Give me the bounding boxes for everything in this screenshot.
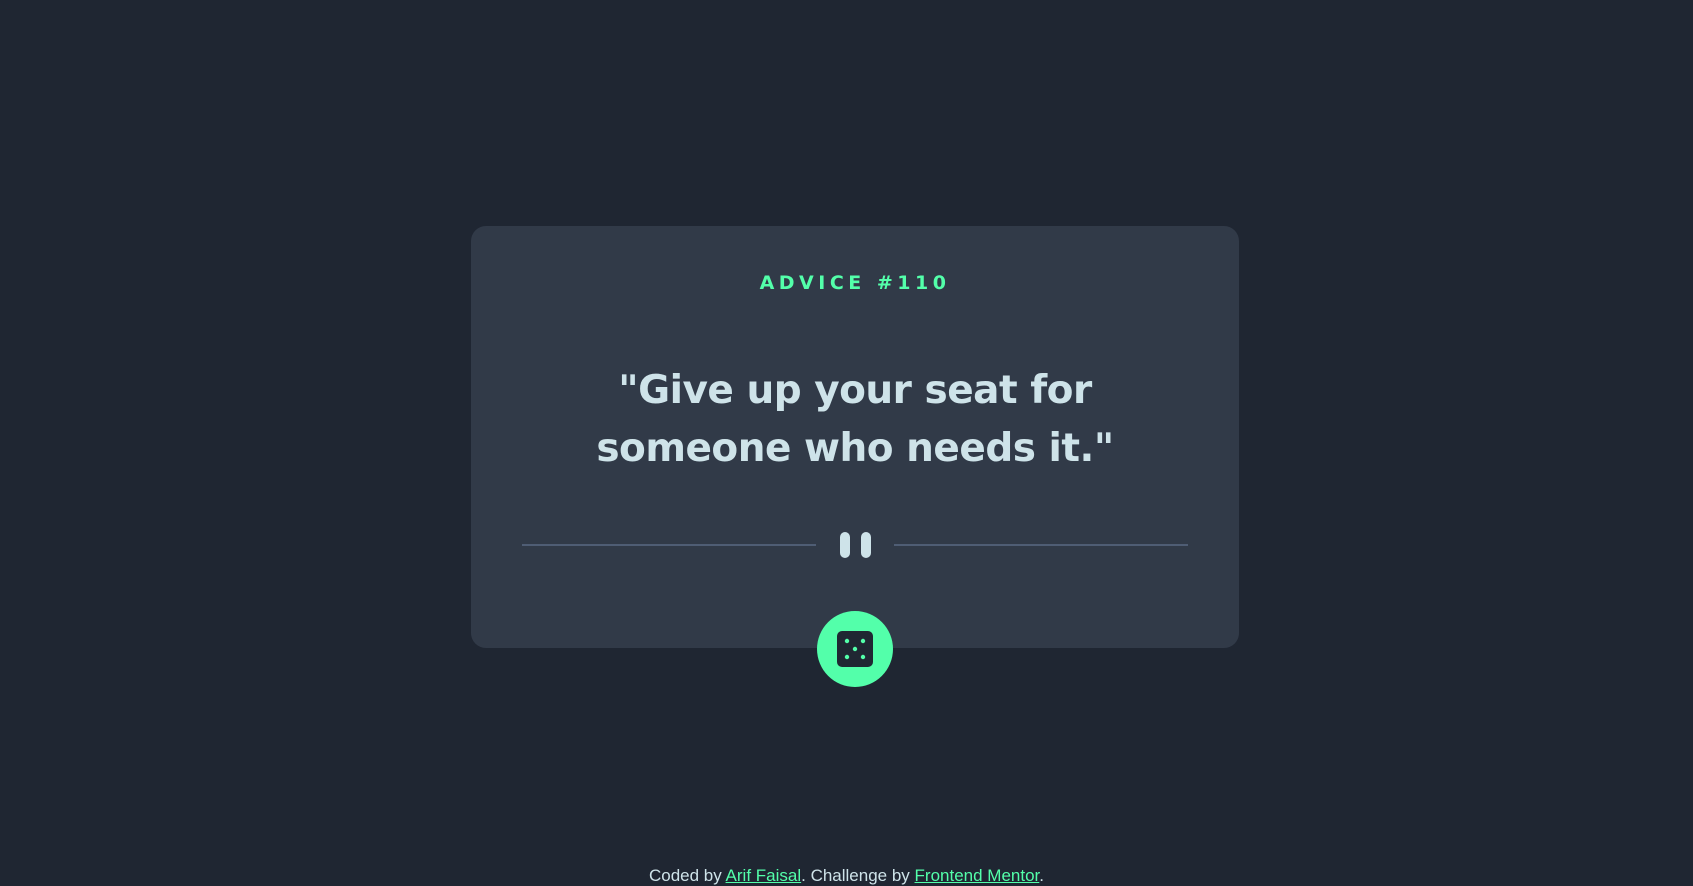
challenge-by-text: . Challenge by — [801, 866, 915, 885]
pause-icon — [840, 532, 871, 558]
divider-line-left — [522, 544, 816, 546]
frontend-mentor-link[interactable]: Frontend Mentor — [915, 866, 1040, 885]
new-advice-dice-button[interactable] — [817, 611, 893, 687]
author-link[interactable]: Arif Faisal — [726, 866, 802, 885]
footer-period: . — [1039, 866, 1045, 885]
advice-card: ADVICE #110 "Give up your seat for someo… — [471, 226, 1239, 687]
dice-icon — [837, 631, 873, 667]
advice-id: ADVICE #110 — [759, 272, 951, 294]
divider-line-right — [894, 544, 1188, 546]
pause-bar-right — [861, 532, 871, 558]
divider — [522, 532, 1188, 558]
advice-quote: "Give up your seat for someone who needs… — [596, 368, 1114, 471]
pause-bar-left — [840, 532, 850, 558]
coded-by-text: Coded by — [648, 866, 726, 885]
attribution-footer: Coded by Arif Faisal. Challenge by Front… — [0, 866, 1693, 886]
